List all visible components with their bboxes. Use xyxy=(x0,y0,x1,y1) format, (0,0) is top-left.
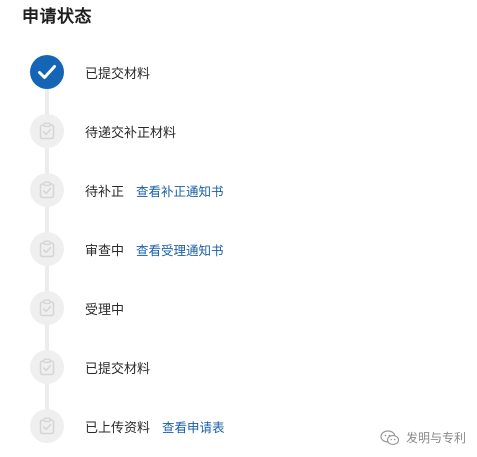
timeline-step-uploaded-documents: 已上传资料 查看申请表 xyxy=(30,409,225,443)
clipboard-check-icon xyxy=(39,299,55,317)
watermark-text: 发明与专利 xyxy=(406,431,467,445)
step-status-pending xyxy=(30,409,64,443)
step-label: 待递交补正材料 xyxy=(85,125,177,141)
timeline-step-pending-supplement: 待递交补正材料 xyxy=(30,114,176,148)
view-correction-notice-link[interactable]: 查看补正通知书 xyxy=(136,181,224,200)
step-label: 已提交材料 xyxy=(85,361,151,377)
timeline-connector xyxy=(45,383,49,410)
step-label: 受理中 xyxy=(85,302,125,318)
view-acceptance-notice-link[interactable]: 查看受理通知书 xyxy=(136,240,224,259)
timeline-connector xyxy=(45,147,49,174)
view-application-form-link[interactable]: 查看申请表 xyxy=(162,417,225,436)
timeline-step-submitted-materials: 已提交材料 xyxy=(30,55,150,89)
step-label: 待补正 xyxy=(85,184,125,200)
watermark: 发明与专利 xyxy=(380,429,466,446)
timeline-step-being-accepted: 受理中 xyxy=(30,291,124,325)
step-status-pending xyxy=(30,232,64,266)
timeline-connector xyxy=(45,265,49,292)
step-label: 已提交材料 xyxy=(85,66,151,82)
step-status-pending xyxy=(30,114,64,148)
timeline-connector xyxy=(45,324,49,351)
clipboard-check-icon xyxy=(39,240,55,258)
timeline-connector xyxy=(45,88,49,115)
timeline-step-under-review: 审查中 查看受理通知书 xyxy=(30,232,224,266)
clipboard-check-icon xyxy=(39,181,55,199)
step-status-completed xyxy=(30,55,64,89)
clipboard-check-icon xyxy=(39,358,55,376)
timeline-step-pending-correction: 待补正 查看补正通知书 xyxy=(30,173,224,207)
step-label: 已上传资料 xyxy=(85,420,151,436)
check-icon xyxy=(38,65,56,79)
step-status-pending xyxy=(30,291,64,325)
timeline-connector xyxy=(45,206,49,233)
timeline-step-submitted-materials-2: 已提交材料 xyxy=(30,350,150,384)
step-status-pending xyxy=(30,350,64,384)
step-label: 审查中 xyxy=(85,243,125,259)
status-timeline: 已提交材料 待递交补正材料 待补正 查看补正通知书 审查中 查看受理通知书 受理… xyxy=(0,0,477,457)
clipboard-check-icon xyxy=(39,417,55,435)
clipboard-check-icon xyxy=(39,122,55,140)
wechat-icon xyxy=(380,429,400,445)
step-status-pending xyxy=(30,173,64,207)
